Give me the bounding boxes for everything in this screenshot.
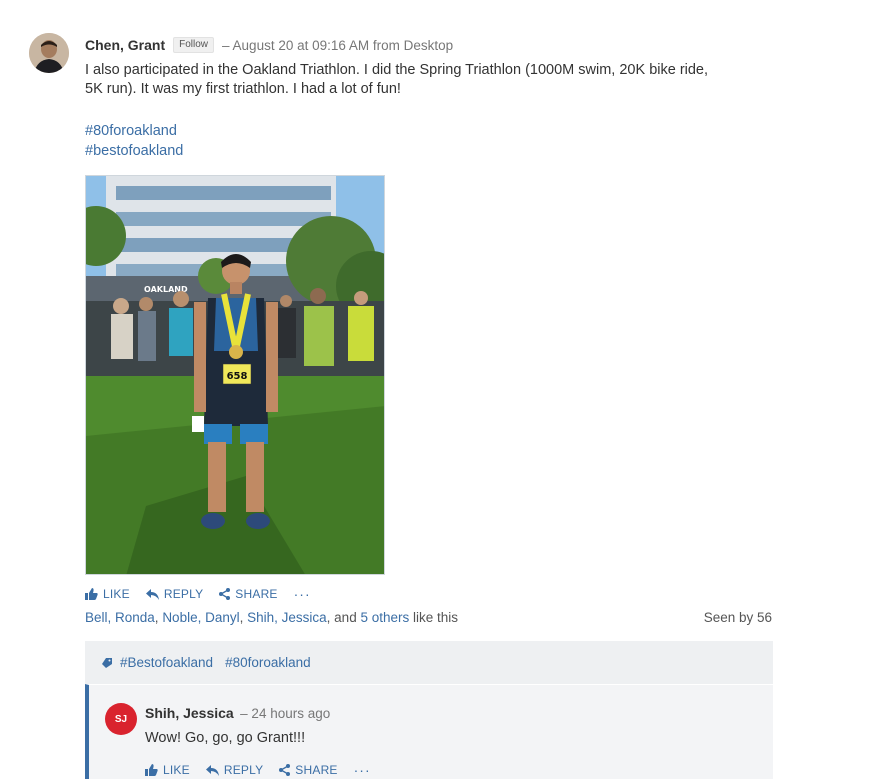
comment-text: Wow! Go, go, go Grant!!! (145, 730, 306, 746)
hashtag-link[interactable]: #80foroakland (85, 121, 183, 141)
reply-label: REPLY (223, 763, 264, 777)
comment-meta: – 24 hours ago (240, 706, 331, 721)
reply-label: REPLY (163, 587, 204, 601)
like-button[interactable]: LIKE (85, 587, 130, 601)
comment-actions: LIKE REPLY SHARE ··· (145, 762, 371, 778)
comment-like-button[interactable]: LIKE (145, 763, 190, 777)
author-avatar[interactable] (29, 33, 69, 73)
more-options-icon[interactable]: ··· (294, 586, 311, 602)
thumbs-up-icon (145, 764, 158, 776)
likes-summary: Bell, Ronda, Noble, Danyl, Shih, Jessica… (85, 610, 458, 625)
triathlon-photo: OAKLAND 658 (86, 176, 384, 574)
reply-button[interactable]: REPLY (145, 587, 204, 601)
share-button[interactable]: SHARE (219, 587, 277, 601)
share-icon (279, 764, 291, 776)
liker-link[interactable]: Noble, Danyl (162, 610, 239, 625)
author-name[interactable]: Chen, Grant (85, 37, 165, 53)
likes-others-link[interactable]: 5 others (360, 610, 409, 625)
like-label: LIKE (103, 587, 130, 601)
reply-icon (145, 588, 159, 600)
liker-link[interactable]: Shih, Jessica (247, 610, 327, 625)
liker-link[interactable]: Bell, Ronda (85, 610, 155, 625)
post-hashtags: #80foroakland #bestofoakland (85, 121, 183, 161)
post-body: I also participated in the Oakland Triat… (85, 61, 755, 99)
comment-header: Shih, Jessica – 24 hours ago (145, 705, 330, 723)
commenter-name[interactable]: Shih, Jessica (145, 705, 234, 721)
topic-link[interactable]: #Bestofoakland (120, 655, 213, 670)
share-icon (219, 588, 231, 600)
post-header: Chen, Grant Follow – August 20 at 09:16 … (85, 36, 453, 54)
thumbs-up-icon (85, 588, 98, 600)
likes-separator: , and (326, 610, 361, 625)
tag-icon (102, 657, 112, 668)
reply-icon (205, 764, 219, 776)
comment-reply-button[interactable]: REPLY (205, 763, 264, 777)
post-photo[interactable]: OAKLAND 658 (85, 175, 385, 575)
hashtag-link[interactable]: #bestofoakland (85, 141, 183, 161)
comment: SJ Shih, Jessica – 24 hours ago Wow! Go,… (85, 684, 773, 779)
seen-by-count[interactable]: Seen by 56 (704, 610, 772, 625)
likes-separator: , (239, 610, 248, 625)
avatar-photo (29, 33, 69, 73)
topic-link[interactable]: #80foroakland (225, 655, 311, 670)
post-actions: LIKE REPLY SHARE ··· (85, 586, 311, 602)
follow-button[interactable]: Follow (173, 37, 215, 53)
share-label: SHARE (235, 587, 278, 601)
photo-bib-text: 658 (227, 371, 248, 382)
likes-suffix: like this (409, 610, 459, 625)
comment-share-button[interactable]: SHARE (279, 763, 337, 777)
more-options-icon[interactable]: ··· (354, 762, 371, 778)
post-body-line: 5K run). It was my first triathlon. I ha… (85, 81, 401, 97)
post-body-line: I also participated in the Oakland Triat… (85, 62, 709, 78)
commenter-avatar[interactable]: SJ (105, 703, 137, 735)
share-label: SHARE (295, 763, 338, 777)
like-label: LIKE (163, 763, 190, 777)
post-meta: – August 20 at 09:16 AM from Desktop (222, 37, 454, 53)
topics-bar: #Bestofoakland #80foroakland (85, 641, 773, 684)
